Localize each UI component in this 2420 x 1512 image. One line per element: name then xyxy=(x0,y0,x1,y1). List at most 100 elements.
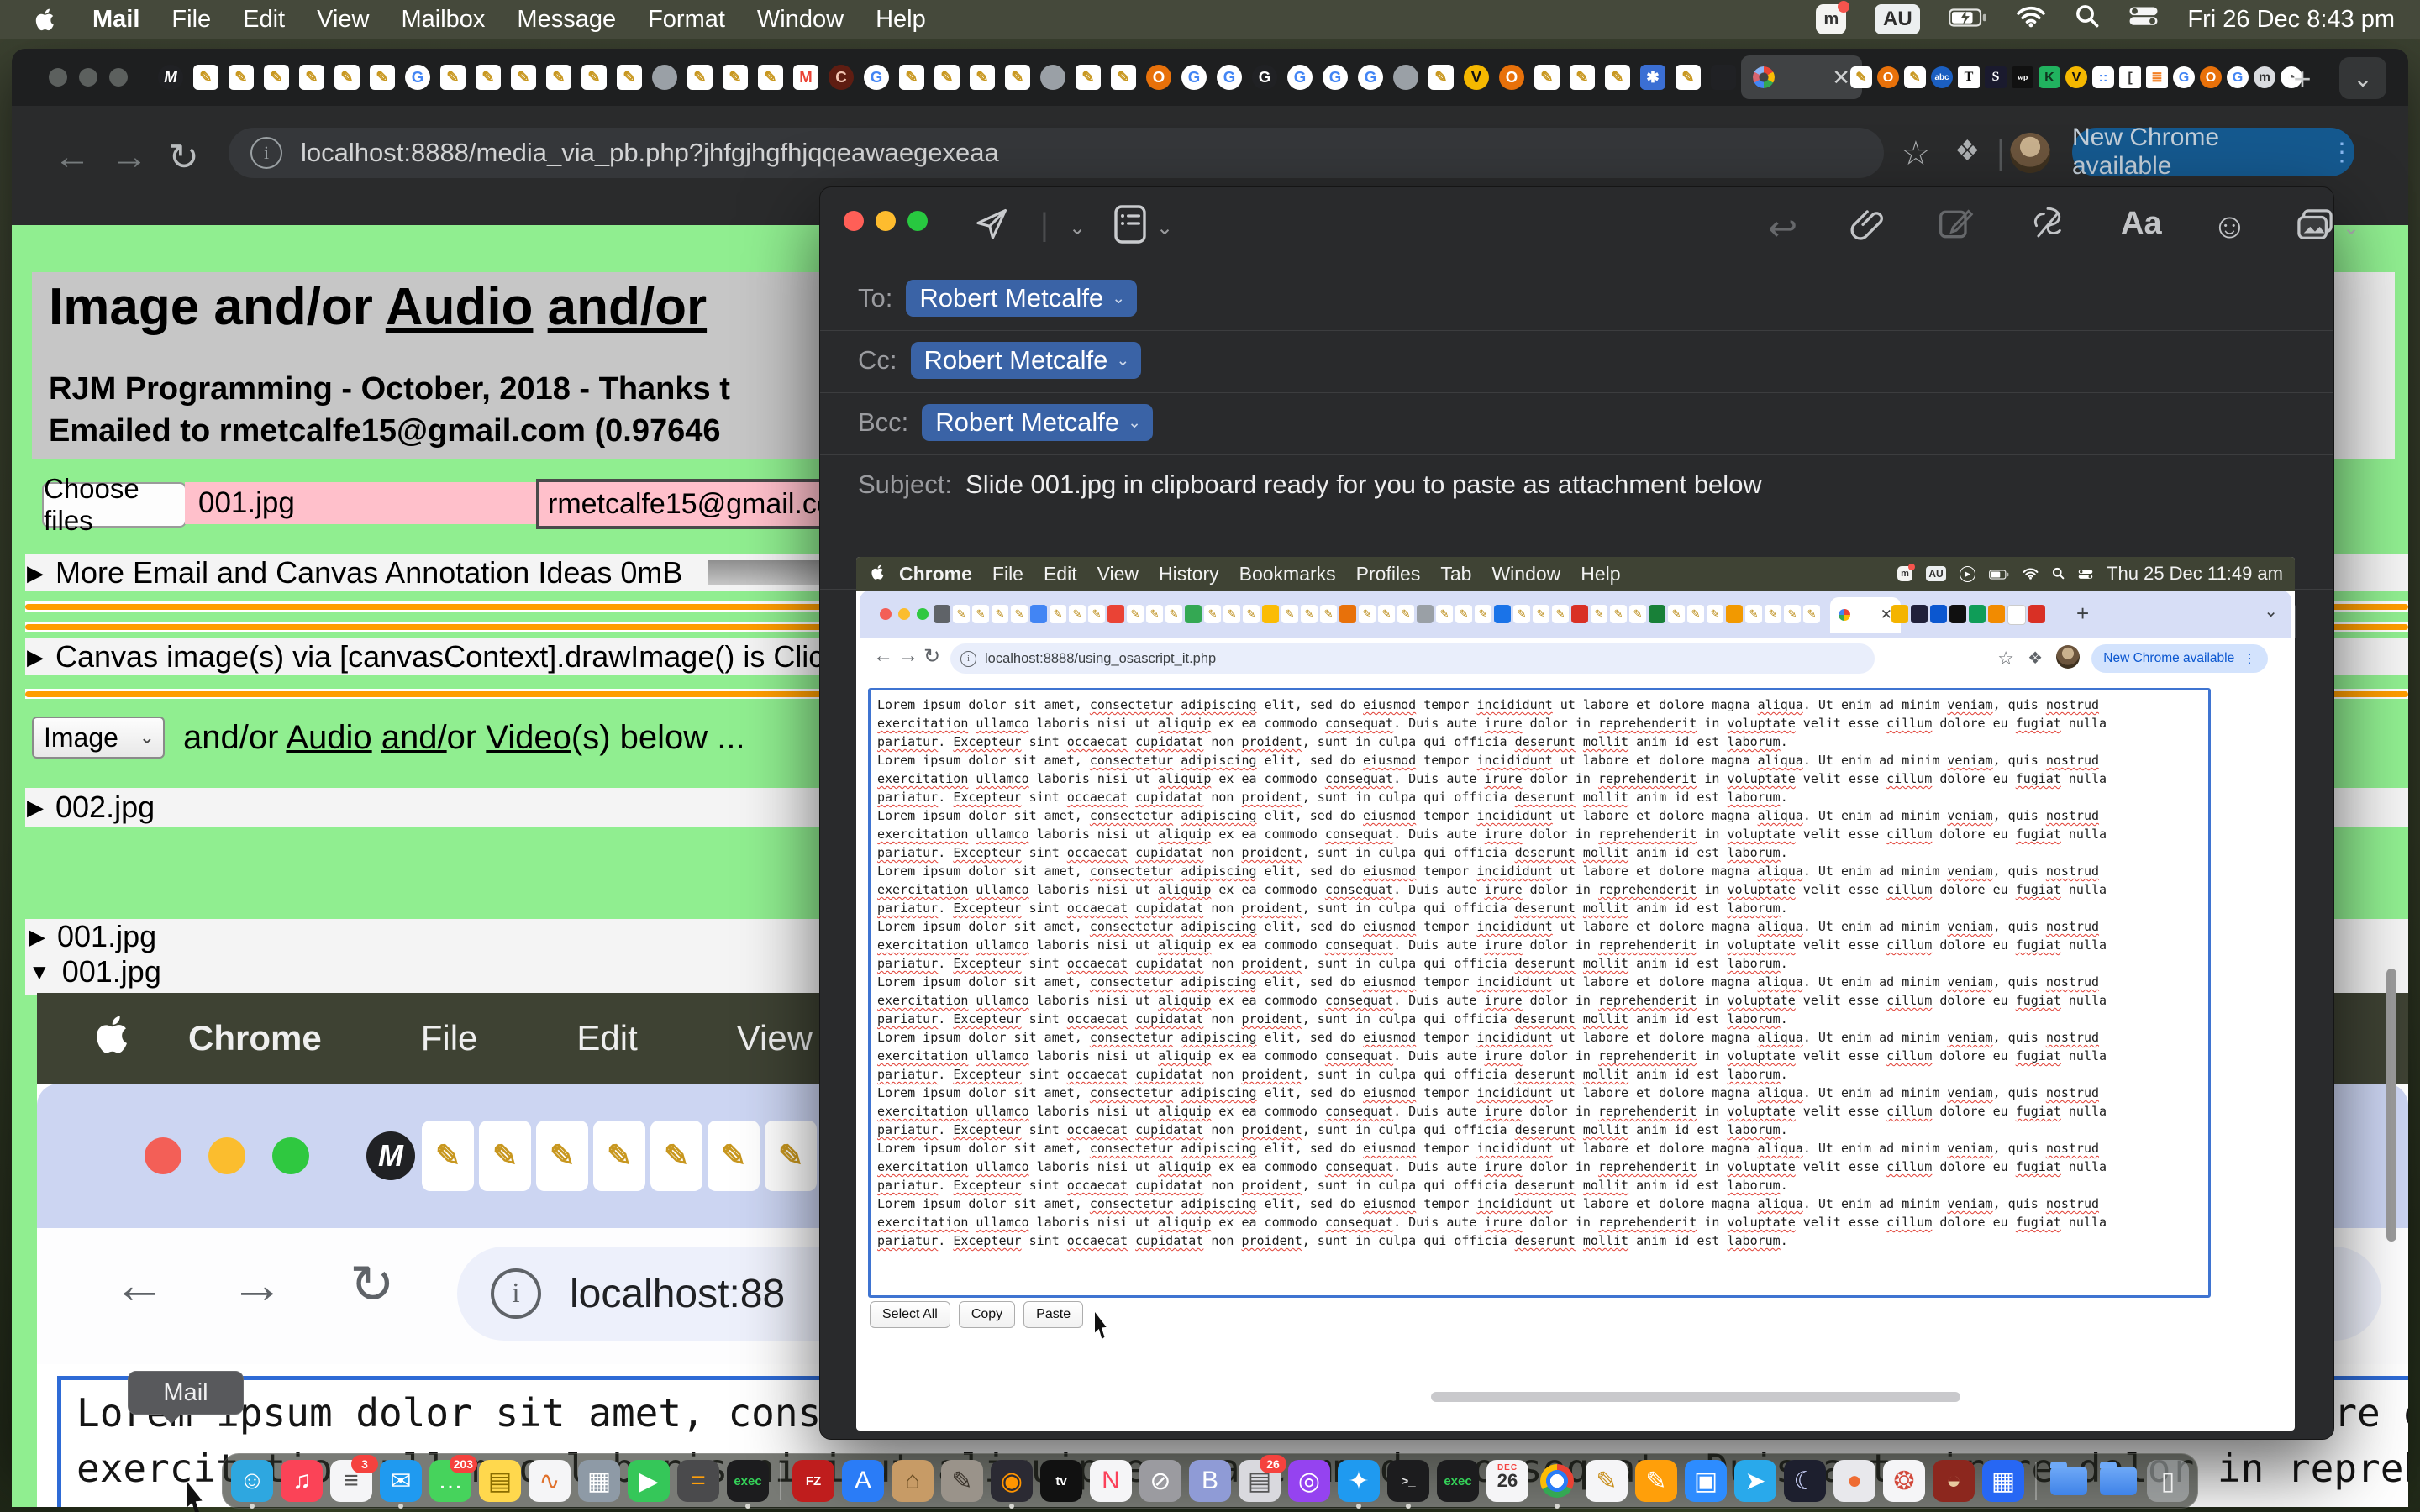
browser-tab[interactable]: ✎ xyxy=(296,59,328,96)
dock-item-launchpad[interactable]: ▦ xyxy=(578,1460,620,1502)
dock-item-bbedit[interactable]: B xyxy=(1189,1460,1231,1502)
browser-tab[interactable]: G xyxy=(1178,59,1210,96)
forward-button[interactable]: → xyxy=(111,136,148,178)
browser-tab[interactable]: C xyxy=(825,59,857,96)
address-bar[interactable]: i localhost:8888/media_via_pb.php?jhfgjh… xyxy=(229,128,1884,178)
browser-tab[interactable]: ✎ xyxy=(190,59,222,96)
cc-field[interactable]: Cc: Robert Metcalfe⌄ xyxy=(858,342,1141,379)
battery-icon[interactable] xyxy=(1949,6,1987,34)
browser-tab[interactable]: abc xyxy=(1929,62,1954,92)
browser-tab[interactable] xyxy=(1390,59,1422,96)
dock-item-reminders[interactable]: ≡3 xyxy=(330,1460,372,1502)
zoom-window-button[interactable] xyxy=(908,211,928,231)
dock-item-pages[interactable]: ✎ xyxy=(1635,1460,1677,1502)
dock-item-messages[interactable]: …203 xyxy=(429,1460,471,1502)
browser-tab[interactable]: m xyxy=(2252,62,2277,92)
close-tab-icon[interactable]: ✕ xyxy=(1832,65,1850,91)
menu-item-mail[interactable]: Mail xyxy=(92,6,139,34)
browser-tab[interactable] xyxy=(649,59,681,96)
browser-tab[interactable]: ✎ xyxy=(1902,62,1928,92)
dock-item-finder[interactable]: ☺ xyxy=(231,1460,273,1502)
dock-item-app-store[interactable]: A xyxy=(842,1460,884,1502)
dock-item-calculator[interactable]: = xyxy=(677,1460,719,1502)
browser-tab[interactable]: S xyxy=(1983,62,2008,92)
dock-item-trash[interactable]: ▯ xyxy=(2147,1460,2189,1502)
disclosure-triangle-icon[interactable]: ▶ xyxy=(27,560,44,586)
disclosure-triangle-icon[interactable]: ▶ xyxy=(29,924,45,950)
browser-tab[interactable]: O xyxy=(2198,62,2223,92)
dock-item-firefox[interactable]: ◉ xyxy=(991,1460,1033,1502)
copy-button[interactable]: Copy xyxy=(959,1301,1015,1328)
browser-tab[interactable]: M xyxy=(155,59,187,96)
browser-tab[interactable]: G xyxy=(1355,59,1386,96)
dock-item-downloads-folder[interactable] xyxy=(2048,1460,2090,1502)
dock-item-terminal[interactable]: >_ xyxy=(1387,1460,1429,1502)
dock-item-mail[interactable]: ✉ xyxy=(380,1460,422,1502)
browser-tab[interactable]: ✎ xyxy=(472,59,504,96)
browser-menu-icon[interactable]: ⋮ xyxy=(2329,138,2354,167)
paste-button[interactable]: Paste xyxy=(1023,1301,1083,1328)
browser-tab[interactable]: ✎ xyxy=(684,59,716,96)
browser-tab[interactable]: G xyxy=(1319,59,1351,96)
menu-bar-clock[interactable]: Fri 26 Dec 8:43 pm xyxy=(2187,6,2395,34)
dock-item-zoom[interactable]: ▣ xyxy=(1685,1460,1727,1502)
media-type-select[interactable]: Image⌄ xyxy=(32,717,165,759)
back-button[interactable]: ← xyxy=(54,136,91,178)
spotlight-search-icon[interactable] xyxy=(2075,3,2100,35)
photo-options-chevron-icon[interactable]: ⌄ xyxy=(2343,216,2360,240)
browser-tab[interactable]: ✎ xyxy=(1602,59,1634,96)
browser-tab[interactable]: O xyxy=(1496,59,1528,96)
header-fields-button[interactable] xyxy=(1113,204,1148,249)
emoji-picker-icon[interactable]: ☺ xyxy=(2212,206,2248,246)
browser-tab[interactable]: ✎ xyxy=(1002,59,1034,96)
markup-icon[interactable] xyxy=(1938,206,1975,247)
browser-tab[interactable]: ✎ xyxy=(931,59,963,96)
browser-tab[interactable]: G xyxy=(1284,59,1316,96)
profile-avatar[interactable] xyxy=(2010,133,2050,173)
email-input[interactable]: rmetcalfe15@gmail.com xyxy=(536,479,845,529)
subject-field[interactable]: Subject: Slide 001.jpg in clipboard read… xyxy=(858,470,1762,500)
attach-file-icon[interactable] xyxy=(1850,204,1887,249)
browser-tab[interactable]: ✎ xyxy=(1566,59,1598,96)
menu-item-format[interactable]: Format xyxy=(648,6,725,34)
browser-tab[interactable]: ✎ xyxy=(1107,59,1139,96)
dock-item-moon[interactable]: ☾ xyxy=(1784,1460,1826,1502)
browser-tab[interactable]: ✎ xyxy=(508,59,539,96)
dock-item-documents-folder[interactable] xyxy=(2097,1460,2139,1502)
browser-tab[interactable]: ✎ xyxy=(260,59,292,96)
browser-tab[interactable]: M xyxy=(790,59,822,96)
browser-tab[interactable]: ✎ xyxy=(366,59,398,96)
browser-tab[interactable]: ✎ xyxy=(1072,59,1104,96)
browser-tab[interactable]: ✎ xyxy=(578,59,610,96)
choose-files-button[interactable]: Choose files xyxy=(42,482,187,528)
browser-tab[interactable]: G xyxy=(1213,59,1245,96)
browser-tab[interactable]: ✎ xyxy=(543,59,575,96)
menu-item-file[interactable]: File xyxy=(171,6,211,34)
wifi-icon[interactable] xyxy=(2016,4,2046,34)
menu-item-mailbox[interactable]: Mailbox xyxy=(401,6,485,34)
menu-item-window[interactable]: Window xyxy=(757,6,844,34)
dock-item-gimp[interactable]: ✎ xyxy=(941,1460,983,1502)
zoom-window-button[interactable] xyxy=(109,68,128,87)
control-center-icon[interactable] xyxy=(2128,5,2159,34)
menu-item-help[interactable]: Help xyxy=(876,6,926,34)
dock-item-telegram[interactable]: ➤ xyxy=(1734,1460,1776,1502)
photo-browser-icon[interactable] xyxy=(2296,207,2334,247)
dock-item-podcasts[interactable]: ◎ xyxy=(1288,1460,1330,1502)
send-button[interactable] xyxy=(973,206,1010,247)
active-tab[interactable]: ✕ xyxy=(1741,55,1862,99)
input-source-badge[interactable]: AU xyxy=(1875,4,1920,34)
recipient-pill[interactable]: Robert Metcalfe⌄ xyxy=(906,280,1137,317)
dock-item-music[interactable]: ♫ xyxy=(281,1460,323,1502)
dock-item-freeform[interactable]: ∿ xyxy=(529,1460,571,1502)
extensions-icon[interactable]: ❖ xyxy=(1954,134,1980,168)
dock-item-safari[interactable]: ✦ xyxy=(1338,1460,1380,1502)
to-field[interactable]: To: Robert Metcalfe⌄ xyxy=(858,280,1137,317)
dock-item-printer[interactable]: ▤26 xyxy=(1239,1460,1281,1502)
browser-tab[interactable]: ✎ xyxy=(437,59,469,96)
status-app-icon[interactable]: m xyxy=(1816,4,1846,34)
dock-item-pencil-app[interactable]: ✎ xyxy=(1586,1460,1628,1502)
disclosure-triangle-icon[interactable]: ▶ xyxy=(27,795,44,821)
browser-tab[interactable]: wp xyxy=(2010,62,2035,92)
browser-tab[interactable]: ✎ xyxy=(1425,59,1457,96)
